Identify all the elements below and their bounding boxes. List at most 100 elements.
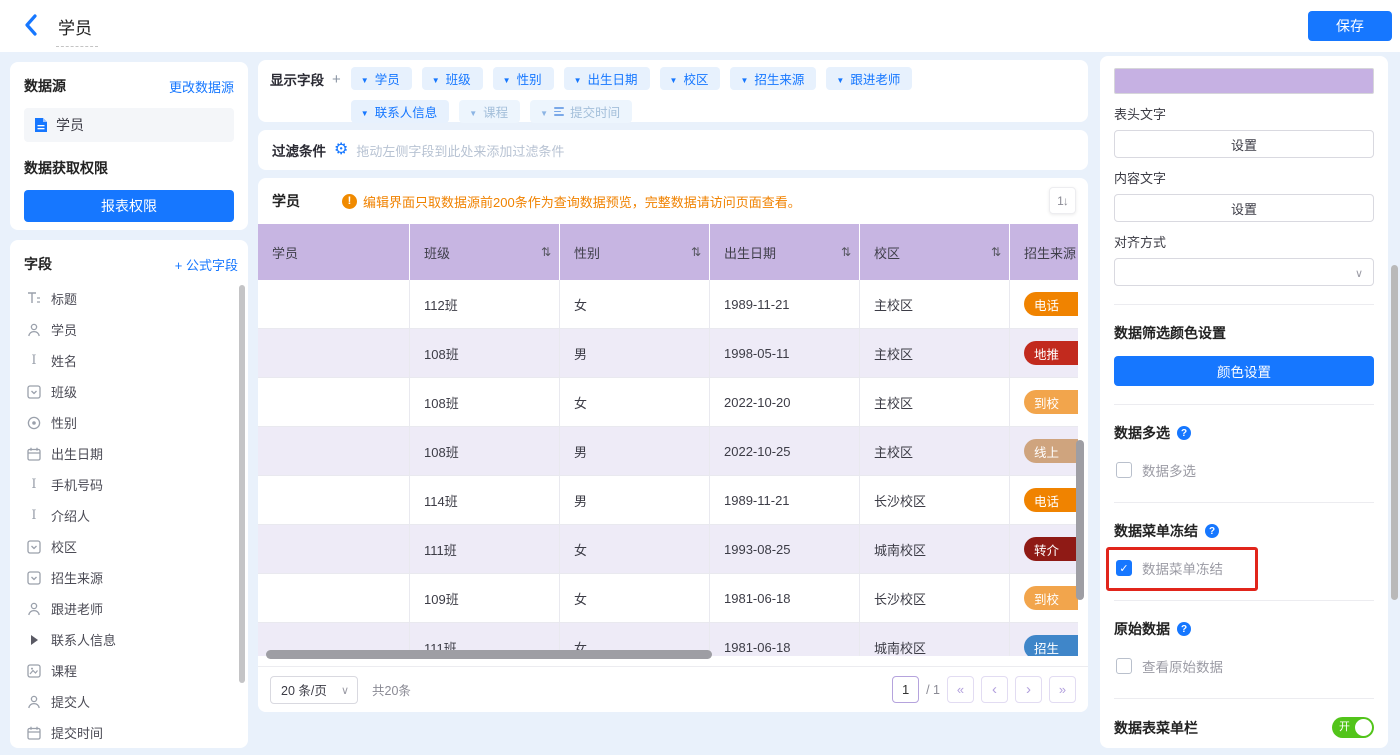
column-header-source[interactable]: 招生来源 [1010,224,1078,280]
report-permission-button[interactable]: 报表权限 [24,190,234,222]
vertical-scrollbar[interactable] [1076,440,1084,600]
fields-scrollbar[interactable] [239,285,245,683]
chip-contact[interactable]: 联系人信息 [351,100,449,123]
chevron-down-icon [361,105,369,119]
content-text-set-button[interactable]: 设置 [1114,194,1374,222]
field-item-teacher[interactable]: 跟进老师 [24,593,238,624]
checkbox-unchecked[interactable] [1116,658,1132,674]
field-item-introducer[interactable]: I介绍人 [24,500,238,531]
table-row[interactable]: 111班女1993-08-25城南校区转介 [258,525,1078,574]
field-item-source[interactable]: 招生来源 [24,562,238,593]
divider [1114,698,1374,699]
table-row[interactable]: 112班女1989-11-21主校区电话 [258,280,1078,329]
gear-icon[interactable] [334,142,348,158]
table-row[interactable]: 109班女1981-06-18长沙校区到校 [258,574,1078,623]
chip-source[interactable]: 招生来源 [730,67,816,90]
field-item-phone[interactable]: I手机号码 [24,469,238,500]
field-item-class[interactable]: 班级 [24,376,238,407]
field-item-contact[interactable]: 联系人信息 [24,624,238,655]
save-button[interactable]: 保存 [1308,11,1392,41]
align-select[interactable] [1114,258,1374,286]
page-title[interactable]: 学员 [56,14,98,47]
field-item-course[interactable]: 课程 [24,655,238,686]
table-row[interactable]: 108班女2022-10-20主校区到校 [258,378,1078,427]
column-header-gender[interactable]: 性别 [560,224,710,280]
chip-teacher[interactable]: 跟进老师 [826,67,912,90]
table-row[interactable]: 108班男2022-10-25主校区线上 [258,427,1078,476]
chip-student[interactable]: 学员 [351,67,412,90]
field-item-name[interactable]: I姓名 [24,345,238,376]
field-label: 课程 [51,661,77,680]
chevron-down-icon [540,105,548,119]
chip-gender[interactable]: 性别 [493,67,554,90]
field-item-submitter[interactable]: 提交人 [24,686,238,717]
help-icon[interactable] [1205,524,1219,538]
calendar-icon [26,446,42,462]
help-icon[interactable] [1177,622,1191,636]
field-item-birthdate[interactable]: 出生日期 [24,438,238,469]
chevron-down-icon [1355,265,1363,280]
field-item-title[interactable]: 标题 [24,283,238,314]
checkbox-checked[interactable] [1116,560,1132,576]
datasource-item-label: 学员 [56,115,84,135]
help-icon[interactable] [1177,426,1191,440]
header-text-set-button[interactable]: 设置 [1114,130,1374,158]
menubar-toggle-on[interactable]: 开 [1332,717,1374,738]
prev-page-icon[interactable] [981,676,1008,703]
add-formula-field-link[interactable]: + 公式字段 [175,255,238,274]
column-header-student[interactable]: 学员 [258,224,410,280]
datasource-item[interactable]: 学员 [24,108,234,142]
field-item-gender[interactable]: 性别 [24,407,238,438]
page-size-select[interactable]: 20 条/页 [270,676,358,704]
source-badge: 到校 [1024,586,1078,610]
add-field-button[interactable]: + [332,71,341,88]
datasource-panel: 数据源 更改数据源 学员 数据获取权限 报表权限 [10,62,248,230]
chip-course[interactable]: 课程 [459,100,520,123]
field-item-campus[interactable]: 校区 [24,531,238,562]
sort-arrows-icon[interactable] [991,245,1001,259]
multi-select-checkbox-row[interactable]: 数据多选 [1114,456,1374,484]
field-label: 班级 [51,382,77,401]
source-badge: 电话 [1024,292,1078,316]
back-icon[interactable] [24,14,44,38]
sort-lines-icon [554,107,564,116]
column-header-class[interactable]: 班级 [410,224,560,280]
chip-class[interactable]: 班级 [422,67,483,90]
horizontal-scrollbar[interactable] [266,650,1066,660]
checkbox-unchecked[interactable] [1116,462,1132,478]
next-page-icon[interactable] [1015,676,1042,703]
first-page-icon[interactable] [947,676,974,703]
page-number-input[interactable]: 1 [892,676,919,703]
field-item-student[interactable]: 学员 [24,314,238,345]
table-row[interactable]: 108班男1998-05-11主校区地推 [258,329,1078,378]
chevron-down-icon [740,72,748,86]
select-icon [26,539,42,555]
sort-arrows-icon[interactable] [841,245,851,259]
sort-arrows-icon[interactable] [691,245,701,259]
color-settings-button[interactable]: 颜色设置 [1114,356,1374,386]
table-row[interactable]: 114班男1989-11-21长沙校区电话 [258,476,1078,525]
chevron-down-icon [836,72,844,86]
chevron-down-icon [361,72,369,86]
header-color-swatch[interactable] [1114,68,1374,94]
topbar: 学员 保存 [0,0,1400,52]
menu-freeze-title: 数据菜单冻结 [1114,521,1198,541]
column-header-birthdate[interactable]: 出生日期 [710,224,860,280]
chip-birthdate[interactable]: 出生日期 [564,67,650,90]
filter-dropzone[interactable]: 拖动左侧字段到此处来添加过滤条件 [356,141,564,160]
chip-campus[interactable]: 校区 [660,67,721,90]
panel-scrollbar[interactable] [1391,265,1398,600]
raw-data-checkbox-row[interactable]: 查看原始数据 [1114,652,1374,680]
filter-label: 过滤条件 [272,140,326,160]
calendar-icon [26,725,42,741]
pagination-bar: 20 条/页 共20条 1 / 1 [258,666,1088,712]
chip-submit-time[interactable]: 提交时间 [530,100,632,123]
column-header-campus[interactable]: 校区 [860,224,1010,280]
sort-order-icon[interactable] [1049,187,1076,214]
field-item-submit-time[interactable]: 提交时间 [24,717,238,748]
menu-freeze-checkbox-row[interactable]: 数据菜单冻结 [1114,554,1374,582]
align-label: 对齐方式 [1114,232,1374,251]
last-page-icon[interactable] [1049,676,1076,703]
sort-arrows-icon[interactable] [541,245,551,259]
change-datasource-link[interactable]: 更改数据源 [169,77,234,96]
